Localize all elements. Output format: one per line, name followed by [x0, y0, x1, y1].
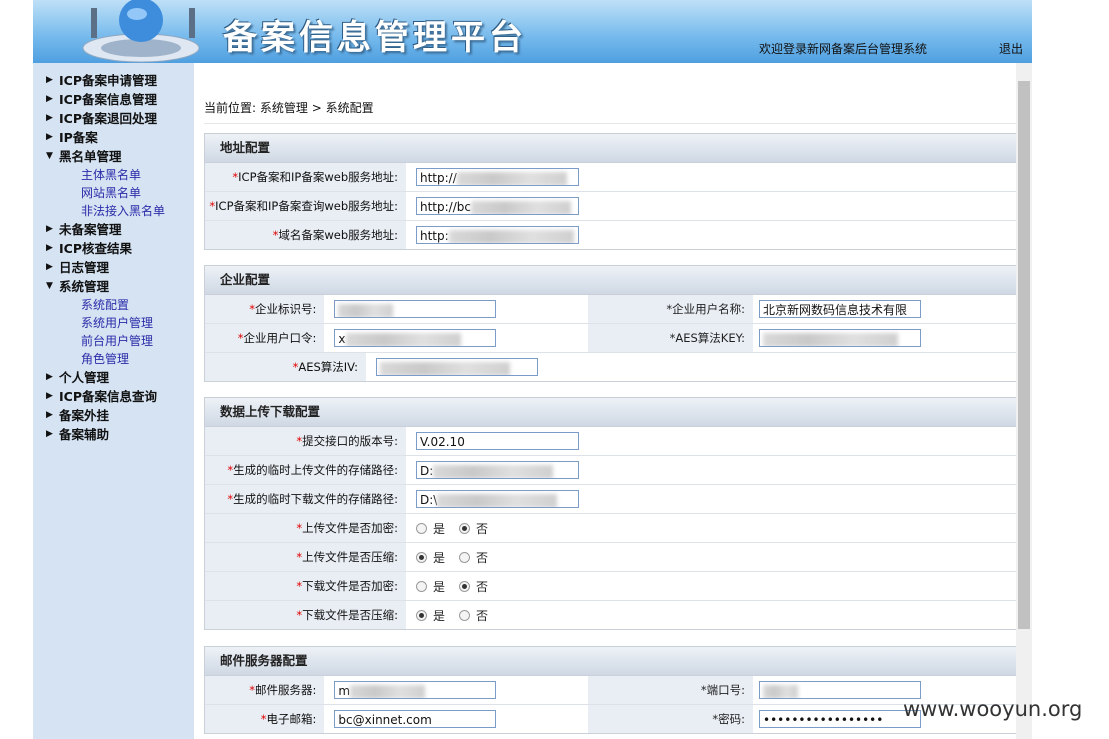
section-title: 数据上传下载配置	[205, 398, 1017, 427]
sidebar-item-plugin[interactable]: ▶ 备案外挂	[33, 406, 194, 425]
download-compress-no-radio[interactable]	[459, 609, 471, 621]
form-row: *邮件服务器: m *端口号:	[205, 676, 1017, 705]
form-row: *生成的临时下载文件的存储路径: D:\	[205, 485, 1017, 514]
enterprise-password-field[interactable]: x	[334, 329, 497, 347]
form-row: *上传文件是否加密: 是否	[205, 514, 1017, 543]
section-title: 地址配置	[205, 134, 1017, 163]
sidebar-item-system[interactable]: ▼ 系统管理	[33, 277, 194, 296]
globe-logo-icon	[82, 0, 200, 63]
triangle-right-icon: ▶	[46, 262, 53, 272]
triangle-right-icon: ▶	[46, 372, 53, 382]
sidebar-item-personal[interactable]: ▶ 个人管理	[33, 368, 194, 387]
watermark-text: www.wooyun.org	[903, 697, 1083, 721]
triangle-right-icon: ▶	[46, 75, 53, 85]
icp-ws-url-field[interactable]: http://	[416, 168, 579, 186]
triangle-right-icon: ▶	[46, 429, 53, 439]
sidebar: ▶ ICP备案申请管理 ▶ ICP备案信息管理 ▶ ICP备案退回处理 ▶ IP备案 ▼…	[33, 63, 194, 739]
icp-query-url-field[interactable]: http://bc	[416, 197, 579, 215]
form-row: *上传文件是否压缩: 是否	[205, 543, 1017, 572]
sidebar-item-logs[interactable]: ▶ 日志管理	[33, 258, 194, 277]
scrollbar-thumb[interactable]	[1018, 81, 1030, 629]
upload-compress-no-radio[interactable]	[459, 551, 471, 563]
header-banner: 备案信息管理平台 欢迎登录新网备案后台管理系统 退出	[33, 0, 1032, 63]
sidebar-item-icp-query[interactable]: ▶ ICP备案信息查询	[33, 387, 194, 406]
form-row: *下载文件是否加密: 是否	[205, 572, 1017, 601]
domain-ws-url-field[interactable]: http:	[416, 226, 579, 244]
logout-link[interactable]: 退出	[999, 40, 1023, 57]
section-data-transfer: 数据上传下载配置 *提交接口的版本号: V.02.10 *生成的临时上传文件的存…	[204, 397, 1018, 630]
mail-server-field[interactable]: m	[334, 681, 497, 699]
mail-email-field[interactable]: bc@xinnet.com	[334, 710, 497, 728]
section-enterprise: 企业配置 *企业标识号: *企业用户名称: 北京新网数码信息技术有限 *企业用户…	[204, 265, 1018, 382]
download-encrypt-yes-radio[interactable]	[416, 580, 427, 592]
sidebar-item-icp-return[interactable]: ▶ ICP备案退回处理	[33, 109, 194, 128]
sidebar-item-assist[interactable]: ▶ 备案辅助	[33, 425, 194, 444]
form-row: *ICP备案和IP备案查询web服务地址: http://bc	[205, 192, 1017, 221]
triangle-right-icon: ▶	[46, 132, 53, 142]
form-row: *企业标识号: *企业用户名称: 北京新网数码信息技术有限	[205, 295, 1017, 324]
form-row: *生成的临时上传文件的存储路径: D:	[205, 456, 1017, 485]
breadcrumb-system[interactable]: 系统管理	[260, 101, 308, 115]
sidebar-gap	[194, 63, 204, 739]
mail-port-field[interactable]	[759, 681, 921, 699]
welcome-text: 欢迎登录新网备案后台管理系统	[759, 42, 928, 56]
form-row: *域名备案web服务地址: http:	[205, 221, 1017, 249]
triangle-right-icon: ▶	[46, 113, 53, 123]
enterprise-id-field[interactable]	[334, 300, 497, 318]
sidebar-subitem-system-users[interactable]: 系统用户管理	[33, 314, 194, 332]
section-title: 企业配置	[205, 266, 1017, 295]
main-content: 当前位置: 系统管理 > 系统配置 地址配置 *ICP备案和IP备案web服务地…	[204, 63, 1018, 739]
sidebar-subitem-system-config[interactable]: 系统配置	[33, 296, 194, 314]
sidebar-item-icp-apply[interactable]: ▶ ICP备案申请管理	[33, 71, 194, 90]
scroll-up-arrow-icon[interactable]	[1016, 63, 1032, 79]
upload-compress-yes-radio[interactable]	[416, 551, 427, 563]
download-encrypt-no-radio[interactable]	[459, 580, 471, 592]
triangle-right-icon: ▶	[46, 391, 53, 401]
triangle-right-icon: ▶	[46, 410, 53, 420]
upload-encrypt-yes-radio[interactable]	[416, 522, 427, 534]
sidebar-item-blacklist[interactable]: ▼ 黑名单管理	[33, 147, 194, 166]
form-row: *电子邮箱: bc@xinnet.com *密码: ••••••••••••••…	[205, 705, 1017, 733]
section-mail: 邮件服务器配置 *邮件服务器: m *端口号: *电子邮箱: bc@xinnet…	[204, 646, 1018, 734]
download-compress-yes-radio[interactable]	[416, 609, 427, 621]
site-title: 备案信息管理平台	[223, 18, 527, 58]
sidebar-subitem-front-users[interactable]: 前台用户管理	[33, 332, 194, 350]
sidebar-subitem-subject-blacklist[interactable]: 主体黑名单	[33, 166, 194, 184]
version-field[interactable]: V.02.10	[416, 432, 579, 450]
upload-encrypt-no-radio[interactable]	[459, 522, 471, 534]
triangle-down-icon: ▼	[46, 281, 53, 291]
sidebar-item-unregistered[interactable]: ▶ 未备案管理	[33, 220, 194, 239]
sidebar-item-icp-info[interactable]: ▶ ICP备案信息管理	[33, 90, 194, 109]
mail-password-field[interactable]: •••••••••••••••••	[759, 710, 921, 728]
sidebar-subitem-illegal-blacklist[interactable]: 非法接入黑名单	[33, 202, 194, 220]
sidebar-item-icp-check[interactable]: ▶ ICP核查结果	[33, 239, 194, 258]
form-row: *AES算法IV:	[205, 353, 1017, 381]
breadcrumb-config: 系统配置	[325, 101, 374, 115]
form-row: *ICP备案和IP备案web服务地址: http://	[205, 163, 1017, 192]
form-row: *提交接口的版本号: V.02.10	[205, 427, 1017, 456]
sidebar-subitem-site-blacklist[interactable]: 网站黑名单	[33, 184, 194, 202]
triangle-down-icon: ▼	[46, 151, 53, 161]
divider	[204, 123, 1016, 124]
triangle-right-icon: ▶	[46, 224, 53, 234]
triangle-right-icon: ▶	[46, 94, 53, 104]
sidebar-subitem-roles[interactable]: 角色管理	[33, 350, 194, 368]
breadcrumb: 当前位置: 系统管理 > 系统配置	[204, 101, 374, 115]
aes-key-field[interactable]	[759, 329, 921, 347]
triangle-right-icon: ▶	[46, 243, 53, 253]
download-path-field[interactable]: D:\	[416, 490, 579, 508]
section-address: 地址配置 *ICP备案和IP备案web服务地址: http:// *ICP备案和…	[204, 133, 1018, 250]
enterprise-username-field[interactable]: 北京新网数码信息技术有限	[759, 300, 921, 318]
aes-iv-field[interactable]	[376, 358, 538, 376]
vertical-scrollbar[interactable]	[1016, 63, 1032, 739]
sidebar-item-ip[interactable]: ▶ IP备案	[33, 128, 194, 147]
form-row: *企业用户口令: x *AES算法KEY:	[205, 324, 1017, 353]
upload-path-field[interactable]: D:	[416, 461, 579, 479]
form-row: *下载文件是否压缩: 是否	[205, 601, 1017, 629]
section-title: 邮件服务器配置	[205, 647, 1017, 676]
